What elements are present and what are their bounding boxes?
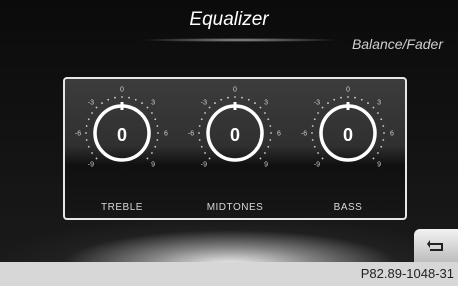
midtones-value: 0 bbox=[229, 125, 240, 145]
tick-label-minus-3: -3 bbox=[314, 99, 320, 106]
scale-dot bbox=[380, 145, 383, 148]
reference-bar: P82.89-1048-31 bbox=[0, 262, 458, 286]
scale-dot bbox=[264, 112, 266, 114]
scale-dot bbox=[313, 145, 316, 148]
scale-dot bbox=[377, 112, 379, 114]
tick-label-0: 0 bbox=[233, 87, 237, 94]
scale-dot bbox=[200, 145, 203, 148]
scale-dot bbox=[107, 98, 110, 101]
scale-dot bbox=[317, 152, 319, 154]
scale-dot bbox=[208, 106, 211, 109]
scale-dot bbox=[333, 98, 336, 101]
tick-label-minus-3: -3 bbox=[88, 99, 94, 106]
tick-label-9: 9 bbox=[377, 162, 381, 169]
scale-dot bbox=[214, 102, 216, 104]
scale-dot bbox=[380, 118, 383, 121]
scale-dot bbox=[141, 102, 143, 104]
scale-dot bbox=[247, 98, 250, 101]
scale-dot bbox=[327, 102, 329, 104]
scale-dot bbox=[204, 152, 206, 154]
tick-label-minus-9: -9 bbox=[201, 162, 207, 169]
scale-dot bbox=[321, 106, 324, 109]
scale-dot bbox=[154, 118, 157, 121]
back-arrow-icon bbox=[427, 239, 443, 251]
scale-dot bbox=[234, 96, 236, 98]
treble-knob[interactable]: 0 -3 3 -6 6 -9 9 0 bbox=[67, 83, 177, 193]
scale-dot bbox=[95, 157, 98, 160]
page-title: Equalizer bbox=[189, 9, 269, 30]
scale-dot bbox=[267, 118, 270, 121]
scale-dot bbox=[227, 96, 229, 99]
equalizer-screen: Equalizer Balance/Fader 0 -3 3 -6 6 -9 9 0 TRE… bbox=[0, 0, 458, 262]
tick-label-3: 3 bbox=[377, 99, 381, 106]
scale-dot bbox=[372, 106, 375, 109]
scale-dot bbox=[121, 96, 123, 98]
scale-dot bbox=[208, 157, 211, 160]
midtones-knob[interactable]: 0 -3 3 -6 6 -9 9 0 bbox=[180, 83, 290, 193]
scale-dot bbox=[114, 96, 116, 99]
bass-value: 0 bbox=[342, 125, 353, 145]
scale-dot bbox=[91, 112, 93, 114]
scale-dot bbox=[101, 102, 103, 104]
scale-dot bbox=[360, 98, 363, 101]
scale-dot bbox=[259, 106, 262, 109]
scale-dot bbox=[354, 96, 356, 99]
tick-label-0: 0 bbox=[346, 87, 350, 94]
tab-balance-fader[interactable]: Balance/Fader bbox=[352, 36, 443, 52]
scale-dot bbox=[241, 96, 243, 99]
tick-label-0: 0 bbox=[120, 87, 124, 94]
bass-knob[interactable]: 0 -3 3 -6 6 -9 9 0 bbox=[293, 83, 403, 193]
scale-dot bbox=[372, 157, 375, 160]
tick-label-minus-9: -9 bbox=[314, 162, 320, 169]
tick-label-9: 9 bbox=[264, 162, 268, 169]
treble-value: 0 bbox=[116, 125, 127, 145]
scale-dot bbox=[204, 112, 206, 114]
scale-dot bbox=[146, 106, 149, 109]
scale-dot bbox=[317, 112, 319, 114]
scale-dot bbox=[254, 102, 256, 104]
bass-label: BASS bbox=[333, 202, 363, 213]
tick-label-3: 3 bbox=[264, 99, 268, 106]
tick-label-minus-9: -9 bbox=[88, 162, 94, 169]
scale-dot bbox=[151, 152, 153, 154]
scale-dot bbox=[220, 98, 223, 101]
scale-dot bbox=[267, 145, 270, 148]
scale-dot bbox=[313, 118, 316, 121]
tick-label-3: 3 bbox=[151, 99, 155, 106]
scale-dot bbox=[91, 152, 93, 154]
scale-dot bbox=[154, 145, 157, 148]
scale-dot bbox=[95, 106, 98, 109]
scale-dot bbox=[347, 96, 349, 98]
treble-label: TREBLE bbox=[101, 202, 143, 213]
title-underline bbox=[140, 38, 340, 42]
reference-number: P82.89-1048-31 bbox=[360, 266, 454, 281]
equalizer-panel: 0 -3 3 -6 6 -9 9 0 TREBLE 0 -3 3 -6 6 -9 9 0 MIDTONE… bbox=[63, 77, 407, 220]
scale-dot bbox=[146, 157, 149, 160]
scale-dot bbox=[259, 157, 262, 160]
scale-dot bbox=[134, 98, 137, 101]
tick-label-9: 9 bbox=[151, 162, 155, 169]
scale-dot bbox=[264, 152, 266, 154]
scale-dot bbox=[377, 152, 379, 154]
scale-dot bbox=[340, 96, 342, 99]
tick-label-minus-3: -3 bbox=[201, 99, 207, 106]
scale-dot bbox=[200, 118, 203, 121]
scale-dot bbox=[128, 96, 130, 99]
midtones-label: MIDTONES bbox=[206, 202, 264, 213]
scale-dot bbox=[87, 118, 90, 121]
back-button[interactable] bbox=[414, 229, 458, 262]
scale-dot bbox=[151, 112, 153, 114]
scale-dot bbox=[87, 145, 90, 148]
scale-dot bbox=[367, 102, 369, 104]
scale-dot bbox=[321, 157, 324, 160]
